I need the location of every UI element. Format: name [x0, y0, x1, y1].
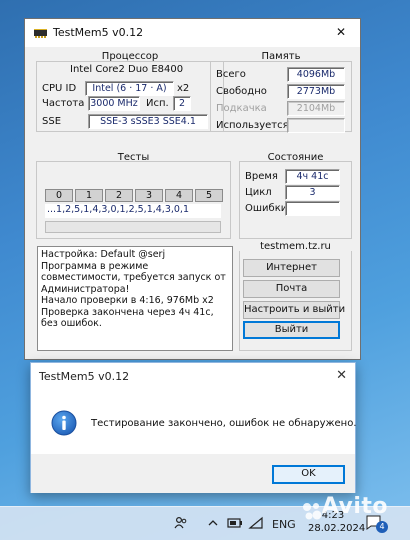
close-icon[interactable]: ✕: [336, 26, 346, 38]
cpu-id-field: Intel (6 · 17 · A): [85, 81, 174, 96]
cycle-field: 3: [285, 185, 340, 200]
mem-free-label: Свободно: [216, 86, 267, 97]
threads-label: Исп.: [146, 98, 169, 109]
language-indicator[interactable]: ENG: [272, 518, 296, 531]
completion-dialog: TestMem5 v0.12 ✕ Тестирование закончено,…: [30, 362, 357, 493]
mail-button[interactable]: Почта: [243, 280, 340, 298]
mem-used-field: [287, 118, 345, 133]
freq-field: 3000 MHz: [88, 96, 140, 111]
test-sequence: ...1,2,5,1,4,3,0,1,2,5,1,4,3,0,1: [45, 204, 221, 218]
people-icon[interactable]: [174, 516, 188, 530]
errors-label: Ошибки: [245, 203, 288, 214]
info-icon: [51, 410, 77, 436]
log-textarea[interactable]: Настройка: Default @serj Программа в реж…: [37, 246, 233, 351]
main-titlebar[interactable]: TestMem5 v0.12 ✕: [25, 19, 360, 47]
cores-value: x2: [177, 83, 190, 94]
dialog-message: Тестирование закончено, ошибок не обнару…: [91, 418, 357, 429]
mem-free-field: 2773Mb: [287, 84, 345, 99]
memory-title: Память: [261, 51, 301, 62]
pass-cell: 3: [135, 189, 163, 202]
pass-cell: 1: [75, 189, 103, 202]
threads-field: 2: [173, 96, 191, 111]
clock-date: 28.02.2024: [308, 523, 366, 534]
freq-label: Частота: [42, 98, 85, 109]
close-icon[interactable]: ✕: [336, 368, 347, 383]
processor-title: Процессор: [101, 51, 159, 62]
avito-watermark: Avito: [321, 494, 388, 519]
pass-cell: 0: [45, 189, 73, 202]
pass-cell: 4: [165, 189, 193, 202]
cycle-label: Цикл: [245, 187, 272, 198]
testmem-main-window: TestMem5 v0.12 ✕ Процессор Intel Core2 D…: [24, 18, 361, 360]
sse-field: SSE-3 sSSE3 SSE4.1: [88, 114, 208, 129]
chevron-up-icon[interactable]: [208, 518, 218, 528]
swap-label: Подкачка: [216, 103, 267, 114]
time-field: 4ч 41с: [285, 169, 340, 184]
configure-exit-button[interactable]: Настроить и выйти: [243, 301, 345, 319]
test-progress-bar: [45, 221, 221, 233]
memory-chip-icon: [34, 28, 47, 38]
pass-cell: 5: [195, 189, 223, 202]
tests-title: Тесты: [117, 152, 150, 163]
time-label: Время: [245, 171, 278, 182]
swap-field: 2104Mb: [287, 101, 345, 116]
pass-cell: 2: [105, 189, 133, 202]
cpu-id-label: CPU ID: [42, 83, 77, 94]
battery-icon[interactable]: [227, 516, 243, 530]
ok-button[interactable]: OK: [272, 465, 345, 484]
dialog-title: TestMem5 v0.12: [39, 370, 130, 383]
cpu-model: Intel Core2 Duo E8400: [70, 64, 184, 75]
status-title: Состояние: [267, 152, 324, 163]
dialog-footer: OK: [31, 454, 355, 493]
network-icon[interactable]: [248, 516, 264, 530]
window-title: TestMem5 v0.12: [53, 26, 144, 39]
errors-field: [285, 201, 340, 216]
internet-button[interactable]: Интернет: [243, 259, 340, 277]
mem-total-field: 4096Mb: [287, 67, 345, 82]
sse-label: SSE: [42, 116, 62, 127]
mem-used-label: Используется: [216, 120, 289, 131]
notifications-badge: 4: [376, 521, 388, 533]
mem-total-label: Всего: [216, 69, 246, 80]
exit-button[interactable]: Выйти: [243, 321, 340, 339]
avito-logo-icon: [303, 503, 322, 520]
